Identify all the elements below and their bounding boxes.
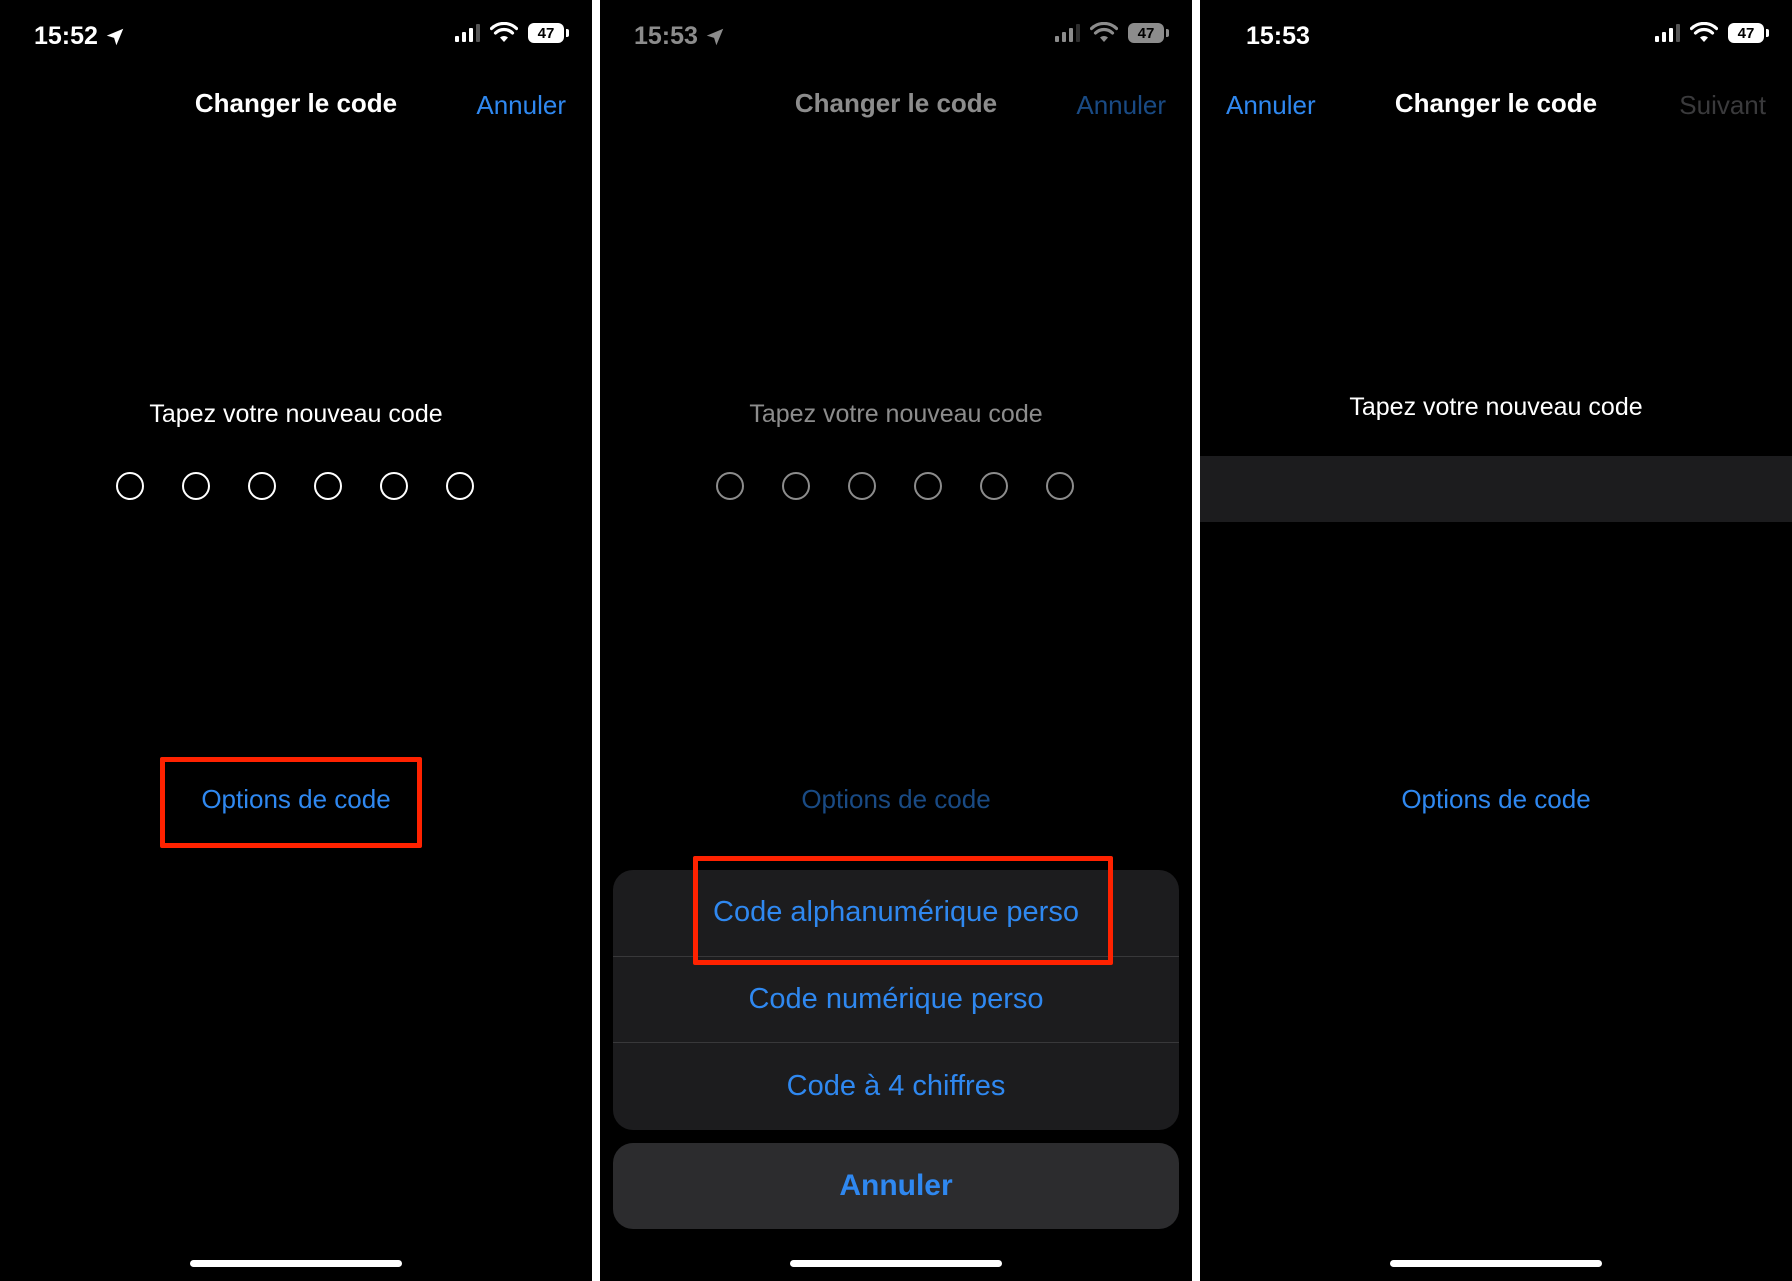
highlight-box xyxy=(160,757,422,848)
screen-panel-1: 15:52 47 Changer le code Annuler Tapez v… xyxy=(0,0,592,1281)
home-indicator[interactable] xyxy=(1390,1260,1602,1267)
wifi-icon xyxy=(1690,22,1718,42)
battery-icon: 47 xyxy=(1728,23,1769,43)
time-label: 15:52 xyxy=(34,22,98,50)
screen-panel-2: 15:53 47 Changer le code Annuler Tapez v… xyxy=(600,0,1192,1281)
time-label: 15:53 xyxy=(1246,22,1310,50)
passcode-dots xyxy=(116,472,474,500)
passcode-prompt: Tapez votre nouveau code xyxy=(1349,393,1643,421)
passcode-text-field[interactable] xyxy=(1200,456,1792,522)
option-custom-numeric-code[interactable]: Code numérique perso xyxy=(613,957,1179,1044)
status-icons: 47 xyxy=(1655,22,1769,44)
passcode-dot xyxy=(380,472,408,500)
option-4-digit-code[interactable]: Code à 4 chiffres xyxy=(613,1043,1179,1130)
status-time: 15:52 xyxy=(34,22,126,51)
passcode-dot xyxy=(182,472,210,500)
location-arrow-icon xyxy=(106,28,124,45)
cellular-signal-icon xyxy=(455,24,480,42)
sheet-cancel-button[interactable]: Annuler xyxy=(613,1143,1179,1229)
cancel-button[interactable]: Annuler xyxy=(476,90,566,121)
highlight-box xyxy=(693,856,1113,965)
passcode-dot xyxy=(314,472,342,500)
battery-icon: 47 xyxy=(528,23,569,43)
passcode-prompt: Tapez votre nouveau code xyxy=(149,400,443,428)
screen-panel-3: 15:53 47 Annuler Changer le code Suivant… xyxy=(1200,0,1792,1281)
next-button[interactable]: Suivant xyxy=(1679,90,1766,121)
passcode-options-link[interactable]: Options de code xyxy=(1200,784,1792,815)
cellular-signal-icon xyxy=(1655,24,1680,42)
wifi-icon xyxy=(490,22,518,42)
home-indicator[interactable] xyxy=(190,1260,402,1267)
passcode-dot xyxy=(116,472,144,500)
battery-level: 47 xyxy=(537,24,555,42)
home-indicator[interactable] xyxy=(790,1260,1002,1267)
battery-level: 47 xyxy=(1737,24,1755,42)
passcode-dot xyxy=(446,472,474,500)
status-icons: 47 xyxy=(455,22,569,44)
status-time: 15:53 xyxy=(1246,22,1310,51)
passcode-dot xyxy=(248,472,276,500)
